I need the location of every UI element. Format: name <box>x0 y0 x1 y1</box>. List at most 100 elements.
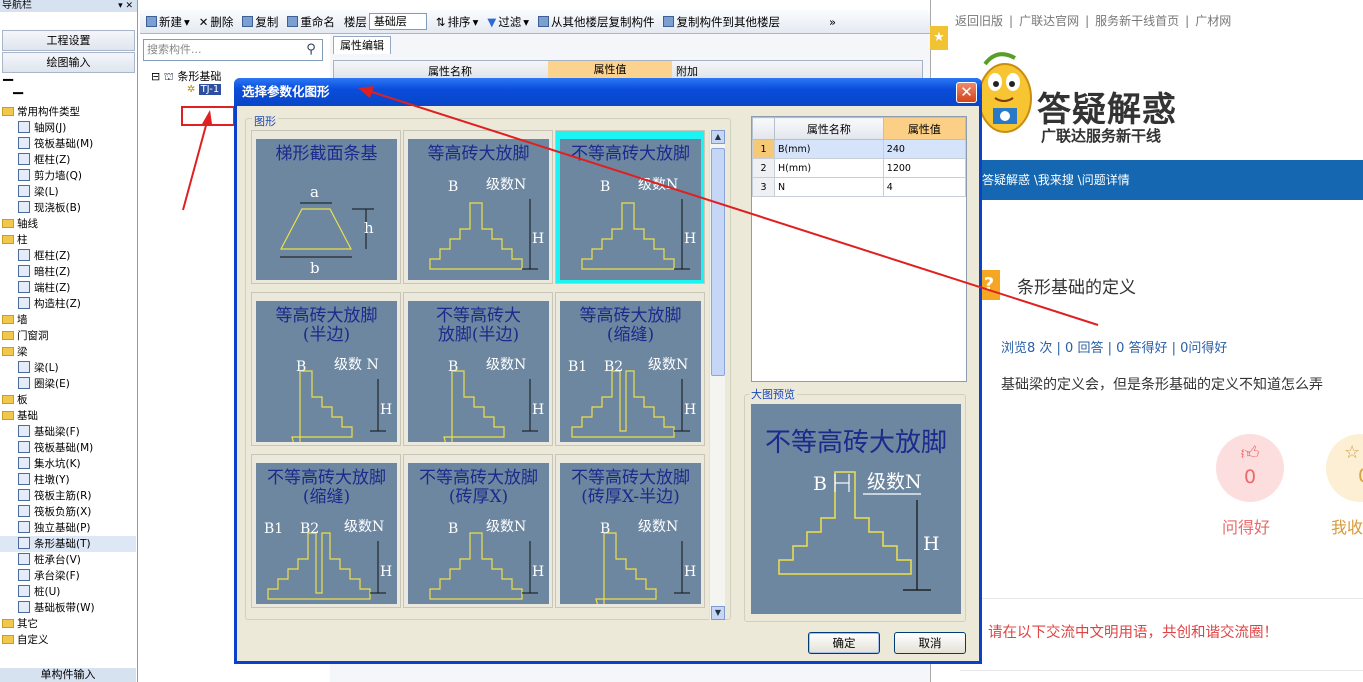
nav-folder[interactable]: 其它 <box>0 616 136 632</box>
copy-from-floor-button[interactable]: 从其他楼层复制构件 <box>537 14 654 30</box>
component-icon <box>18 457 30 469</box>
filter-button[interactable]: ▼ 过滤 ▾ <box>487 14 529 30</box>
preview-drawing: B 级数N H <box>778 471 940 591</box>
param-row[interactable]: 1 B(mm) 240 <box>752 139 967 159</box>
component-search-input[interactable]: 搜索构件... <box>143 39 323 61</box>
nav-item[interactable]: 柱墩(Y) <box>0 472 136 488</box>
nav-folder[interactable]: 门窗洞 <box>0 328 136 344</box>
shape-option[interactable]: a h b 梯形截面条基 <box>251 130 401 284</box>
param-row[interactable]: 2 H(mm) 1200 <box>752 158 967 178</box>
nav-item[interactable]: 集水坑(K) <box>0 456 136 472</box>
rename-button[interactable]: 重命名 <box>287 14 335 30</box>
shape-option[interactable]: B 级数N H 不等高砖大放脚 (砖厚X) <box>403 454 553 608</box>
nav-folder[interactable]: 自定义 <box>0 632 136 648</box>
nav-item-label: 构造柱(Z) <box>34 298 81 310</box>
gear-icon: ✲ <box>187 84 196 95</box>
favorite-label[interactable]: 我收 <box>1331 514 1363 538</box>
nav-item[interactable]: 梁(L) <box>0 184 136 200</box>
project-settings-button[interactable]: 工程设置 <box>2 30 135 51</box>
question-stats[interactable]: 浏览8 次 | 0 回答 | 0 答得好 | 0问得好 <box>1001 337 1227 356</box>
nav-folder[interactable]: 常用构件类型 <box>0 104 136 120</box>
shape-caption: 不等高砖大放脚 (砖厚X) <box>419 468 538 507</box>
component-icon <box>18 137 30 149</box>
shape-thumbnail: B1 B2 级数N H 等高砖大放脚 (缩缝) <box>560 301 701 442</box>
floor-dropdown[interactable]: 基础层 <box>368 13 427 30</box>
param-value-cell[interactable]: 4 <box>882 177 967 197</box>
nav-item[interactable]: 条形基础(T) <box>0 536 136 552</box>
nav-item[interactable]: 筏板负筋(X) <box>0 504 136 520</box>
single-component-input-button[interactable]: 单构件输入 <box>0 668 136 682</box>
web-nav-link[interactable]: 广联达官网 <box>1019 14 1079 28</box>
web-nav-link[interactable]: 返回旧版 <box>955 14 1003 28</box>
nav-item[interactable]: 暗柱(Z) <box>0 264 136 280</box>
new-button[interactable]: 新建 ▾ <box>146 14 190 30</box>
nav-item[interactable]: 框柱(Z) <box>0 152 136 168</box>
nav-folder[interactable]: 板 <box>0 392 136 408</box>
nav-item[interactable]: 基础梁(F) <box>0 424 136 440</box>
nav-item[interactable]: 筏板基础(M) <box>0 440 136 456</box>
nav-folder[interactable]: 梁 <box>0 344 136 360</box>
collapse-icon[interactable]: ▔▁ <box>3 80 23 95</box>
breadcrumb[interactable]: 答疑解惑 \我来搜 \问题详情 <box>930 160 1363 200</box>
shape-option[interactable]: B1 B2 级数N H 等高砖大放脚 (缩缝) <box>555 292 705 446</box>
nav-item[interactable]: 桩承台(V) <box>0 552 136 568</box>
toolbar-overflow-button[interactable]: » <box>829 15 836 29</box>
sort-button[interactable]: ⇅ 排序 ▾ <box>436 14 478 30</box>
tab-property-edit[interactable]: 属性编辑 <box>333 36 391 54</box>
scroll-up-icon[interactable]: ▲ <box>711 130 725 144</box>
good-question-label[interactable]: 问得好 <box>1222 514 1270 538</box>
drawing-input-button[interactable]: 绘图输入 <box>2 52 135 73</box>
shape-option[interactable]: B 级数 N H 等高砖大放脚 (半边) <box>251 292 401 446</box>
shape-b2-label: B2 <box>604 359 623 375</box>
nav-item[interactable]: 筏板主筋(R) <box>0 488 136 504</box>
web-nav-link[interactable]: 广材网 <box>1195 14 1231 28</box>
nav-folder[interactable]: 柱 <box>0 232 136 248</box>
nav-item[interactable]: 现浇板(B) <box>0 200 136 216</box>
nav-item[interactable]: 梁(L) <box>0 360 136 376</box>
nav-item[interactable]: 圈梁(E) <box>0 376 136 392</box>
nav-item[interactable]: 承台梁(F) <box>0 568 136 584</box>
nav-folder[interactable]: 轴线 <box>0 216 136 232</box>
nav-item[interactable]: 筏板基础(M) <box>0 136 136 152</box>
search-icon[interactable]: ⚲ <box>301 40 321 60</box>
bookmark-star-icon[interactable]: ★ <box>930 26 948 50</box>
web-nav-link[interactable]: 服务新干线首页 <box>1095 14 1179 28</box>
copy-to-floor-button[interactable]: 复制构件到其他楼层 <box>663 14 780 30</box>
col-property-value: 属性值 <box>548 61 672 79</box>
shape-option[interactable]: B 级数N H 不等高砖大放脚 (砖厚X-半边) <box>555 454 705 608</box>
nav-item[interactable]: 独立基础(P) <box>0 520 136 536</box>
nav-item[interactable]: 框柱(Z) <box>0 248 136 264</box>
nav-item[interactable]: 端柱(Z) <box>0 280 136 296</box>
nav-folder[interactable]: 墙 <box>0 312 136 328</box>
scroll-thumb[interactable] <box>711 148 725 376</box>
nav-pin-close-icon[interactable]: ▾ ✕ <box>118 0 133 12</box>
good-question-button[interactable]: 👍︎ 0 <box>1216 434 1284 502</box>
shape-option[interactable]: B 级数N H 不等高砖大 放脚(半边) <box>403 292 553 446</box>
shape-option[interactable]: B 级数N H 等高砖大放脚 <box>403 130 553 284</box>
nav-item[interactable]: 桩(U) <box>0 584 136 600</box>
scroll-down-icon[interactable]: ▼ <box>711 606 725 620</box>
tree-item-tj1[interactable]: ✲ TJ-1 <box>187 84 222 95</box>
nav-item[interactable]: 基础板带(W) <box>0 600 136 616</box>
ok-button[interactable]: 确定 <box>808 632 880 654</box>
shape-option[interactable]: B1 B2 级数N H 不等高砖大放脚 (缩缝) <box>251 454 401 608</box>
param-value-cell[interactable]: 1200 <box>882 158 967 178</box>
nav-item[interactable]: 构造柱(Z) <box>0 296 136 312</box>
delete-button[interactable]: ✕ 删除 <box>199 14 234 30</box>
tree-root-strip-foundation[interactable]: ⊟ ⛫ 条形基础 <box>151 68 221 85</box>
nav-folder[interactable]: 基础 <box>0 408 136 424</box>
cancel-button[interactable]: 取消 <box>894 632 966 654</box>
shape-b-label: B <box>448 179 458 195</box>
shape-scrollbar[interactable]: ▲ ▼ <box>709 130 725 620</box>
preview-n-label: 级数N <box>867 471 922 493</box>
copy-button[interactable]: 复制 <box>242 14 278 30</box>
param-row[interactable]: 3N4 <box>752 177 967 197</box>
close-icon[interactable]: ✕ <box>956 82 977 103</box>
nav-item[interactable]: 轴网(J) <box>0 120 136 136</box>
preview-h-label: H <box>923 533 940 555</box>
param-value-cell[interactable]: 240 <box>882 139 967 159</box>
shape-thumbnail: B 级数N H 不等高砖大放脚 (砖厚X) <box>408 463 549 604</box>
shape-option[interactable]: B 级数N H 不等高砖大放脚 <box>555 130 705 284</box>
nav-item[interactable]: 剪力墙(Q) <box>0 168 136 184</box>
question-title: 条形基础的定义 <box>1017 278 1136 298</box>
